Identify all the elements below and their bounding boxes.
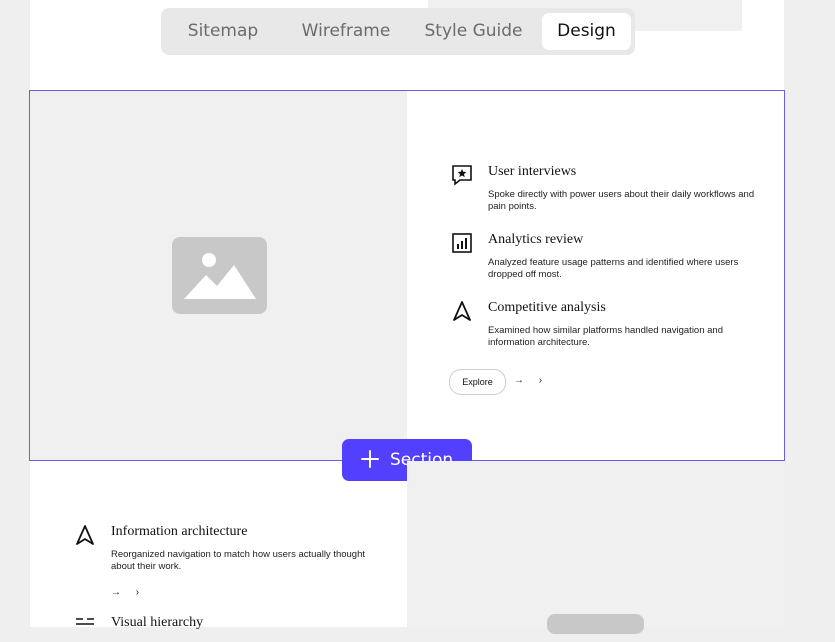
section2-image-placeholder [547, 614, 644, 634]
feature-title: Analytics review [488, 232, 584, 247]
navigation-arrow-icon [74, 524, 96, 546]
image-panel [30, 91, 407, 460]
feature-description: Reorganized navigation to match how user… [111, 549, 366, 572]
feature-description: Examined how similar platforms handled n… [488, 325, 723, 348]
bar-chart-icon [451, 232, 473, 254]
feature-description: Analyzed feature usage patterns and iden… [488, 257, 739, 280]
tab-sitemap[interactable]: Sitemap [173, 13, 273, 50]
feature-title: Competitive analysis [488, 300, 606, 315]
image-placeholder-icon [172, 237, 267, 314]
navigation-arrow-icon [451, 300, 473, 322]
tab-design[interactable]: Design [542, 13, 631, 50]
plus-icon [360, 449, 380, 469]
layout-grid-icon [74, 615, 96, 637]
feature-title: Visual hierarchy [111, 615, 204, 630]
arrow-links[interactable]: → › [111, 587, 145, 598]
explore-button[interactable]: Explore [449, 369, 506, 395]
tab-wireframe[interactable]: Wireframe [291, 13, 401, 50]
view-tabbar: Sitemap Wireframe Style Guide Design [161, 8, 635, 55]
selected-section[interactable]: User interviews Spoke directly with powe… [29, 90, 785, 461]
arrow-links[interactable]: → › [514, 375, 548, 386]
feature-description: Spoke directly with power users about th… [488, 189, 755, 212]
feature-title: Information architecture [111, 524, 248, 539]
tab-style-guide[interactable]: Style Guide [416, 13, 531, 50]
feature-title: User interviews [488, 164, 577, 179]
section2-image-panel [407, 461, 784, 627]
message-star-icon [451, 164, 473, 186]
